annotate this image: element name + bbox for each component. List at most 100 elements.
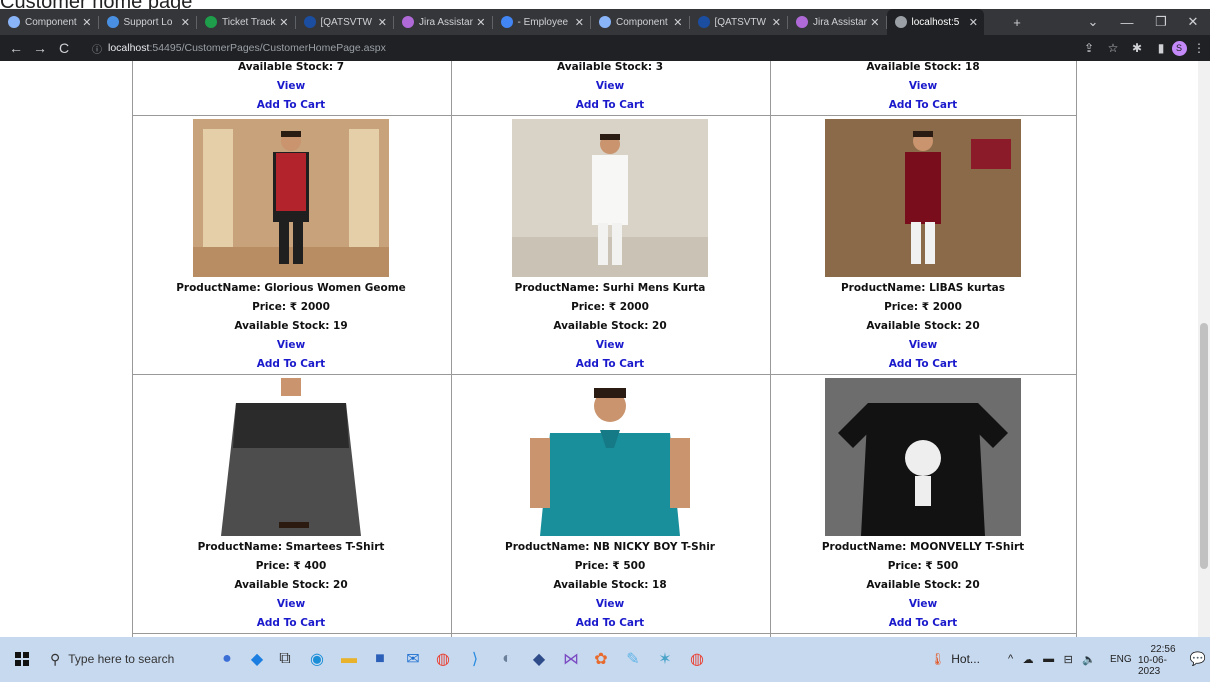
- add-to-cart-link[interactable]: Add To Cart: [764, 355, 1082, 374]
- add-to-cart-link[interactable]: Add To Cart: [451, 96, 769, 115]
- people-icon[interactable]: ◆: [244, 647, 270, 671]
- add-to-cart-link[interactable]: Add To Cart: [451, 355, 769, 374]
- browser-tab[interactable]: Jira Assistar ✕: [788, 9, 886, 35]
- chrome-icon[interactable]: ◍: [684, 647, 710, 671]
- browser-tab[interactable]: [QATSVTW ✕: [296, 9, 394, 35]
- view-link[interactable]: View: [764, 336, 1082, 355]
- product-image[interactable]: [512, 378, 708, 536]
- cloud-icon[interactable]: ☁: [1023, 653, 1034, 666]
- add-to-cart-link[interactable]: Add To Cart: [764, 96, 1082, 115]
- chevron-up-icon[interactable]: ^: [1008, 653, 1013, 665]
- address-bar[interactable]: ⓘ localhost:54495/CustomerPages/Customer…: [92, 37, 1172, 59]
- page-scrollbar[interactable]: [1198, 61, 1210, 637]
- product-stock: Available Stock: 20: [234, 579, 348, 591]
- store-icon[interactable]: ■: [367, 647, 393, 671]
- clock-time: 22:56: [1150, 643, 1176, 655]
- tab-search-icon[interactable]: ⌄: [1078, 9, 1108, 35]
- tab-close-icon[interactable]: ✕: [378, 16, 393, 29]
- app-icon[interactable]: ✶: [652, 647, 678, 671]
- vscode-icon[interactable]: ⟩: [462, 647, 488, 671]
- profile-avatar[interactable]: S: [1170, 39, 1188, 57]
- add-to-cart-link[interactable]: Add To Cart: [451, 614, 769, 633]
- product-card: Available Stock: 18 View Add To Cart: [764, 61, 1082, 115]
- reload-icon[interactable]: C: [54, 38, 74, 58]
- browser-tab[interactable]: Component ✕: [0, 9, 98, 35]
- product-image[interactable]: [512, 119, 708, 277]
- visual-studio-icon[interactable]: ⋈: [558, 647, 584, 671]
- windows-start-icon[interactable]: [12, 647, 32, 671]
- app-icon[interactable]: ◆: [526, 647, 552, 671]
- volume-icon[interactable]: 🔈: [1082, 653, 1096, 666]
- share-icon[interactable]: ⇪: [1080, 39, 1098, 57]
- product-image[interactable]: [825, 119, 1021, 277]
- view-link[interactable]: View: [451, 336, 769, 355]
- mail-icon[interactable]: ✉: [400, 647, 426, 671]
- minimize-icon[interactable]: —: [1112, 9, 1142, 35]
- file-explorer-icon[interactable]: ▬: [336, 647, 362, 671]
- tab-label: Ticket Track: [222, 16, 276, 28]
- view-link[interactable]: View: [132, 336, 450, 355]
- tab-close-icon[interactable]: ✕: [969, 16, 984, 29]
- tab-close-icon[interactable]: ✕: [476, 16, 491, 29]
- app-icon[interactable]: ✿: [588, 647, 614, 671]
- back-icon[interactable]: ←: [6, 38, 26, 58]
- tab-close-icon[interactable]: ✕: [181, 16, 196, 29]
- view-link[interactable]: View: [451, 77, 769, 96]
- extensions-icon[interactable]: ✱: [1128, 39, 1146, 57]
- notepad-icon[interactable]: ✎: [620, 647, 646, 671]
- chrome-icon[interactable]: ◍: [430, 647, 456, 671]
- language-indicator[interactable]: ENG: [1110, 647, 1132, 671]
- tab-favicon-icon: [697, 16, 710, 28]
- notification-icon[interactable]: 💬: [1190, 647, 1206, 671]
- product-price: Price: ₹ 2000: [884, 301, 962, 313]
- app-icon[interactable]: ◐: [494, 647, 520, 671]
- tab-close-icon[interactable]: ✕: [82, 16, 97, 29]
- menu-kebab-icon[interactable]: ⋮: [1190, 39, 1208, 57]
- product-image[interactable]: [193, 378, 389, 536]
- weather-widget[interactable]: 🌡 Hot...: [930, 647, 980, 671]
- view-link[interactable]: View: [764, 595, 1082, 614]
- view-link[interactable]: View: [451, 595, 769, 614]
- tab-close-icon[interactable]: ✕: [870, 16, 885, 29]
- browser-tab[interactable]: localhost:5 ✕: [886, 9, 984, 35]
- tab-close-icon[interactable]: ✕: [772, 16, 787, 29]
- tab-close-icon[interactable]: ✕: [279, 16, 294, 29]
- browser-tab[interactable]: Ticket Track ✕: [197, 9, 295, 35]
- browser-tab[interactable]: Jira Assistar ✕: [394, 9, 492, 35]
- tab-close-icon[interactable]: ✕: [673, 16, 688, 29]
- add-to-cart-link[interactable]: Add To Cart: [132, 614, 450, 633]
- forward-icon[interactable]: →: [30, 38, 50, 58]
- browser-tab[interactable]: - Employee ✕: [493, 9, 591, 35]
- info-icon[interactable]: ⓘ: [92, 41, 102, 56]
- network-icon[interactable]: ⊟: [1064, 653, 1073, 666]
- add-to-cart-link[interactable]: Add To Cart: [132, 96, 450, 115]
- widgets-icon[interactable]: ●: [214, 647, 240, 671]
- url-path: :54495/CustomerPages/CustomerHomePage.as…: [149, 42, 386, 54]
- battery-icon[interactable]: ▬: [1043, 653, 1054, 665]
- task-view-icon[interactable]: ⧉: [272, 647, 298, 671]
- scrollbar-thumb[interactable]: [1200, 323, 1208, 569]
- view-link[interactable]: View: [132, 595, 450, 614]
- browser-tab[interactable]: Support Lo ✕: [99, 9, 197, 35]
- view-link[interactable]: View: [764, 77, 1082, 96]
- edge-icon[interactable]: ◉: [304, 647, 330, 671]
- system-tray[interactable]: ^ ☁ ▬ ⊟ 🔈: [1008, 647, 1096, 671]
- browser-tab[interactable]: Component ✕: [591, 9, 689, 35]
- close-window-icon[interactable]: ✕: [1178, 9, 1208, 35]
- bookmark-star-icon[interactable]: ☆: [1104, 39, 1122, 57]
- maximize-icon[interactable]: ❐: [1146, 9, 1176, 35]
- tab-label: Jira Assistar: [813, 16, 867, 28]
- add-to-cart-link[interactable]: Add To Cart: [132, 355, 450, 374]
- product-image[interactable]: [825, 378, 1021, 536]
- product-name: ProductName: NB NICKY BOY T-Shir: [505, 541, 715, 553]
- browser-tab[interactable]: [QATSVTW ✕: [690, 9, 788, 35]
- product-image[interactable]: [193, 119, 389, 277]
- tab-close-icon[interactable]: ✕: [575, 16, 590, 29]
- view-link[interactable]: View: [132, 77, 450, 96]
- product-price: Price: ₹ 500: [574, 560, 646, 572]
- clock[interactable]: 22:56 10-06-2023: [1138, 642, 1188, 678]
- side-panel-icon[interactable]: ▮: [1152, 39, 1170, 57]
- add-to-cart-link[interactable]: Add To Cart: [764, 614, 1082, 633]
- new-tab-button[interactable]: +: [1002, 9, 1032, 35]
- taskbar-search-box[interactable]: ⚲ Type here to search: [46, 645, 196, 673]
